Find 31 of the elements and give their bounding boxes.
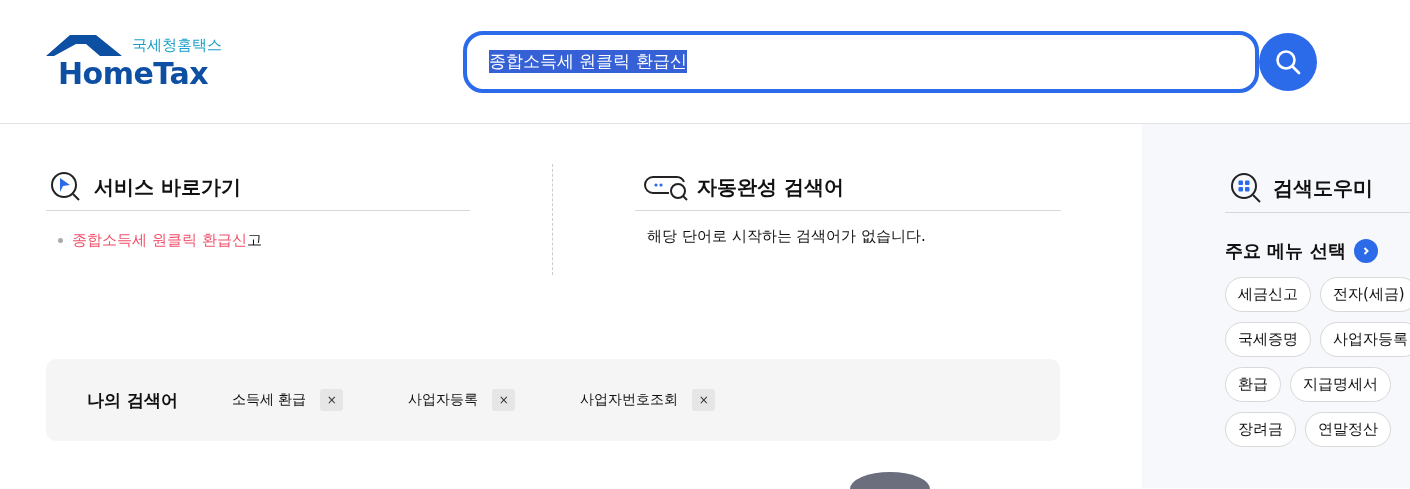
panel-label: 나의 검색어 <box>87 388 178 412</box>
menu-chip[interactable]: 장려금 <box>1225 412 1296 447</box>
menu-chip[interactable]: 전자(세금) <box>1320 277 1410 312</box>
bullet-icon <box>58 238 63 243</box>
recent-search-link[interactable]: 소득세 환급 <box>231 391 307 409</box>
menu-chip[interactable]: 연말정산 <box>1305 412 1391 447</box>
section-title: 검색도우미 <box>1273 174 1373 202</box>
menu-chip[interactable]: 지급명세서 <box>1290 367 1391 402</box>
next-button[interactable] <box>1353 239 1378 263</box>
search-field[interactable]: 종합소득세 원클릭 환급신 <box>463 30 1259 93</box>
recent-search-link[interactable]: 사업자등록 <box>408 391 479 409</box>
menu-chip[interactable]: 환급 <box>1225 367 1281 402</box>
recent-search-link[interactable]: 사업자번호조회 <box>580 391 679 409</box>
play-search-icon <box>50 171 82 203</box>
menu-title: 주요 메뉴 선택 <box>1225 239 1346 263</box>
suggestion-link[interactable]: 종합소득세 원클릭 환급신고 <box>72 231 262 250</box>
empty-message: 해당 단어로 시작하는 검색어가 없습니다. <box>646 226 927 246</box>
menu-chip[interactable]: 세금신고 <box>1225 277 1311 312</box>
remove-button[interactable]: × <box>492 389 516 411</box>
search-button[interactable] <box>1259 32 1317 91</box>
logo-name[interactable]: HomeTax <box>58 57 208 90</box>
chat-search-icon <box>643 173 689 201</box>
logo-subtitle: 국세청홈택스 <box>132 35 222 55</box>
grid-search-icon <box>1229 171 1263 205</box>
remove-button[interactable]: × <box>692 389 716 411</box>
menu-chip[interactable]: 국세증명 <box>1225 322 1311 357</box>
section-title: 서비스 바로가기 <box>94 173 241 201</box>
remove-button[interactable]: × <box>320 389 344 411</box>
menu-chip[interactable]: 사업자등록 <box>1320 322 1410 357</box>
section-title: 자동완성 검색어 <box>697 173 844 201</box>
search-icon <box>1275 48 1301 75</box>
